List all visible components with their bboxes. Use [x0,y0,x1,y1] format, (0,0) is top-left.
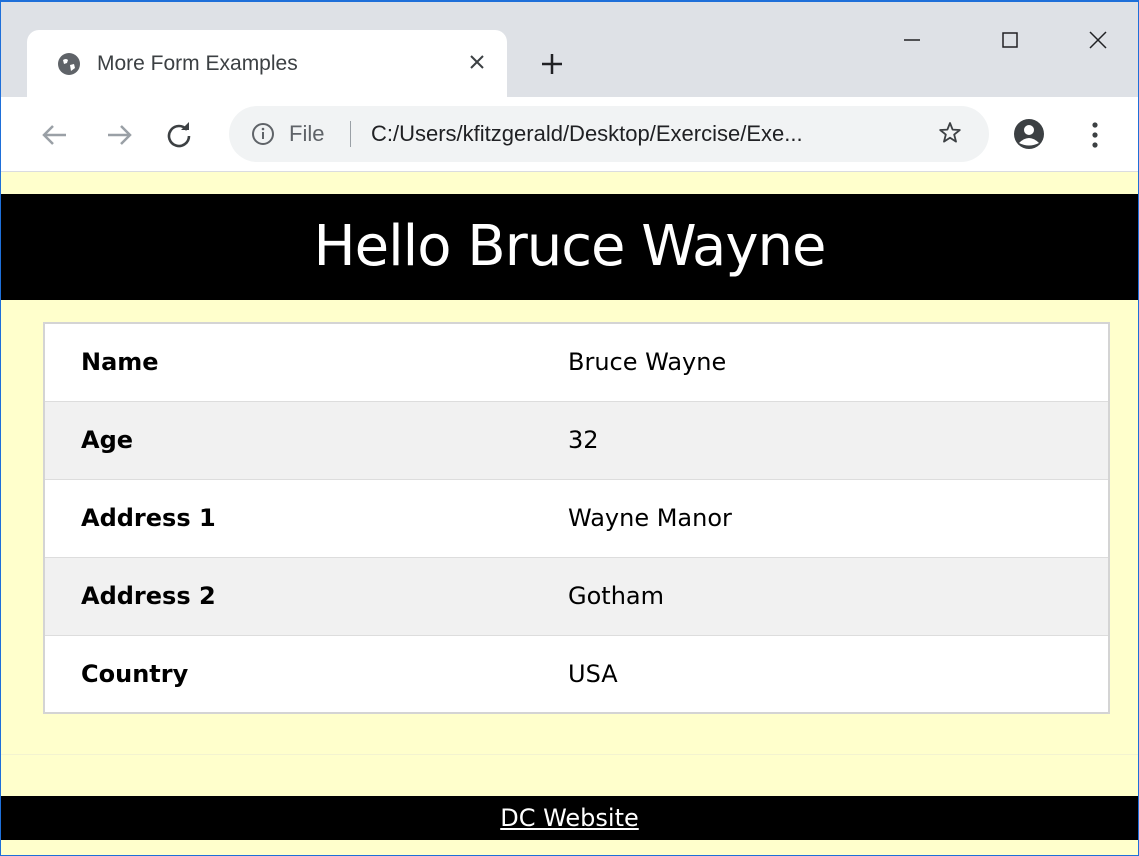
table-row: Address 1 Wayne Manor [44,479,1109,558]
tab-active[interactable]: More Form Examples [27,30,507,97]
forward-arrow-icon[interactable] [101,117,137,153]
row-value: Bruce Wayne [568,323,1109,402]
divider [1,754,1138,755]
footer-bar: DC Website [1,796,1138,840]
table-row: Name Bruce Wayne [44,323,1109,402]
globe-icon [58,53,80,75]
row-label: Address 1 [44,479,568,558]
row-value: Gotham [568,557,1109,636]
browser-window: More Form Examples File C:/Users/kfitzge… [0,0,1139,856]
details-table: Name Bruce Wayne Age 32 Address 1 Wayne … [43,322,1110,714]
address-separator [350,121,351,147]
row-label: Country [81,659,189,688]
row-value: 32 [568,401,1109,480]
greeting-banner: Hello Bruce Wayne [1,194,1138,300]
browser-toolbar: File C:/Users/kfitzgerald/Desktop/Exerci… [1,97,1138,172]
back-arrow-icon[interactable] [37,117,73,153]
info-icon[interactable] [251,122,275,146]
table-row: Country USA [44,635,1109,713]
table-row: Age 32 [44,401,1109,480]
profile-avatar-icon[interactable] [1013,118,1045,150]
more-menu-icon[interactable] [1087,119,1103,151]
address-url[interactable]: C:/Users/kfitzgerald/Desktop/Exercise/Ex… [371,121,803,147]
reload-icon[interactable] [161,117,197,153]
table-row: Address 2 Gotham [44,557,1109,636]
close-window-icon[interactable] [1075,22,1121,58]
dc-website-link[interactable]: DC Website [500,804,639,832]
title-bar: More Form Examples [1,2,1138,97]
row-value: Wayne Manor [568,479,1109,558]
close-tab-icon[interactable] [463,48,491,76]
bookmark-star-icon[interactable] [935,118,965,148]
minimize-icon[interactable] [889,22,935,58]
row-label: Name [44,323,568,402]
address-bar[interactable]: File C:/Users/kfitzgerald/Desktop/Exerci… [229,106,989,162]
maximize-icon[interactable] [987,22,1033,58]
row-label: Age [44,401,568,480]
page-title: Hello Bruce Wayne [313,214,827,279]
new-tab-icon[interactable] [535,47,569,81]
row-value: USA [568,659,618,688]
tab-title: More Form Examples [97,52,298,75]
address-scheme: File [289,121,325,146]
row-label: Address 2 [44,557,568,636]
page-content: Hello Bruce Wayne Name Bruce Wayne Age 3… [1,172,1138,855]
